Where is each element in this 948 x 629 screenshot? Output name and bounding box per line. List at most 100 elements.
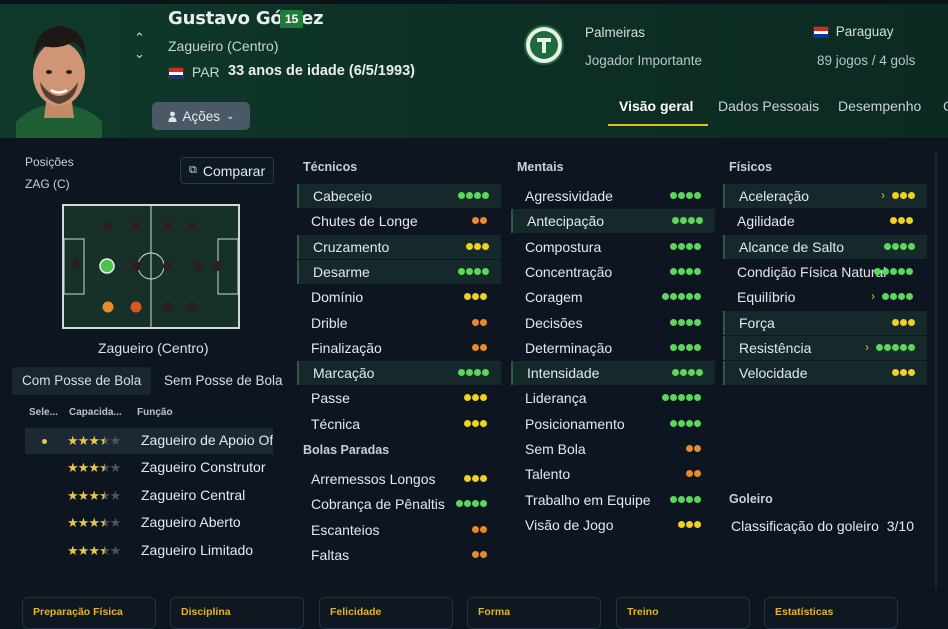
attribute-row[interactable]: Trabalho em Equipe <box>511 488 713 512</box>
attribute-row[interactable]: Equilíbrio › <box>723 285 925 309</box>
attribute-row[interactable]: Velocidade <box>723 361 927 386</box>
role-row[interactable]: ★★★★★ Zagueiro de Apoio Ofensivo <box>25 428 273 454</box>
attribute-row[interactable]: Concentração <box>511 260 713 284</box>
chevron-down-icon: ⌄ <box>226 110 235 122</box>
attribute-row[interactable]: Talento <box>511 462 713 486</box>
possession-tabs: Com Posse de Bola Sem Posse de Bola <box>12 367 294 395</box>
attribute-row[interactable]: Escanteios <box>297 518 499 542</box>
attribute-row[interactable]: Faltas <box>297 543 499 567</box>
role-row[interactable]: ★★★★★ Zagueiro Central <box>25 483 273 509</box>
tab-more[interactable]: C <box>943 98 948 114</box>
player-header: ⌃ ⌄ Gustavo Gómez 15 Zagueiro (Centro) P… <box>0 0 948 138</box>
attribute-row[interactable]: Coragem <box>511 285 713 309</box>
attribute-row[interactable]: Condição Física Natural <box>723 260 925 284</box>
attribute-row[interactable]: Alcance de Salto <box>723 234 927 259</box>
attribute-row[interactable]: Desarme <box>297 259 501 284</box>
set-pieces-title: Bolas Paradas <box>303 443 390 457</box>
role-row[interactable]: ★★★★★ Zagueiro Construtor <box>25 455 273 481</box>
attribute-level-dots-icon <box>472 550 487 559</box>
tab-personal-data[interactable]: Dados Pessoais <box>718 98 819 114</box>
attribute-row[interactable]: Posicionamento <box>511 412 713 436</box>
card-statistics[interactable]: Estatísticas <box>764 597 898 629</box>
mental-title: Mentais <box>517 160 564 174</box>
attribute-level-dots-icon <box>890 217 913 225</box>
attribute-level-dots-icon <box>672 217 703 225</box>
attribute-name: Trabalho em Equipe <box>525 491 651 508</box>
active-tab-indicator <box>608 124 708 126</box>
attribute-row[interactable]: Cabeceio <box>297 184 501 208</box>
attribute-row[interactable]: Marcação <box>297 361 501 386</box>
next-player-chevron-down-icon[interactable]: ⌄ <box>134 46 145 62</box>
role-rating-stars-icon: ★★★★★ <box>67 542 121 558</box>
role-rating-stars-icon: ★★★★★ <box>67 460 121 476</box>
attribute-row[interactable]: Força <box>723 310 927 335</box>
attribute-row[interactable]: Arremessos Longos <box>297 467 499 491</box>
attribute-name: Passe <box>311 390 350 407</box>
attribute-level-dots-icon <box>678 520 701 529</box>
palmeiras-crest-icon <box>524 25 564 65</box>
attribute-name: Força <box>739 314 775 331</box>
attribute-row[interactable]: Agilidade <box>723 209 925 233</box>
attribute-row[interactable]: Passe <box>297 386 499 410</box>
person-icon <box>168 111 177 122</box>
attribute-row[interactable]: Agressividade <box>511 184 713 208</box>
compare-button[interactable]: ⧉ Comparar <box>180 157 274 184</box>
attribute-level-dots-icon <box>464 293 487 301</box>
tab-performance[interactable]: Desempenho <box>838 98 921 114</box>
attribute-row[interactable]: Chutes de Longe <box>297 209 499 233</box>
attribute-row[interactable]: Determinação <box>511 336 713 360</box>
role-name: Zagueiro de Apoio Ofensivo <box>141 432 273 448</box>
national-team[interactable]: Paraguay <box>813 24 894 39</box>
attribute-row[interactable]: Compostura <box>511 235 713 259</box>
attribute-level-dots-icon <box>876 343 915 352</box>
roles-header-select[interactable]: Sele... <box>29 407 58 418</box>
card-title: Treino <box>627 606 659 618</box>
card-discipline[interactable]: Disciplina <box>170 597 304 629</box>
roles-header-function[interactable]: Função <box>137 407 173 418</box>
attribute-row[interactable]: Intensidade <box>511 361 715 386</box>
attribute-row[interactable]: Resistência › <box>723 335 927 360</box>
card-happiness[interactable]: Felicidade <box>319 597 453 629</box>
attribute-level-dots-icon <box>670 343 701 352</box>
attribute-row[interactable]: Liderança <box>511 386 713 410</box>
attribute-level-dots-icon <box>884 242 915 251</box>
player-avatar <box>16 14 102 138</box>
attribute-row[interactable]: Decisões <box>511 311 713 335</box>
trend-up-arrow-icon: › <box>865 339 869 354</box>
attribute-row[interactable]: Domínio <box>297 285 499 309</box>
attribute-name: Marcação <box>313 365 375 382</box>
previous-player-chevron-up-icon[interactable]: ⌃ <box>134 30 145 46</box>
header-top-border <box>0 0 948 4</box>
attribute-level-dots-icon <box>670 495 701 504</box>
club-name[interactable]: Palmeiras <box>585 25 645 40</box>
attribute-row[interactable]: Finalização <box>297 336 499 360</box>
attribute-name: Coragem <box>525 289 583 306</box>
attribute-row[interactable]: Técnica <box>297 412 499 436</box>
tab-without-possession[interactable]: Sem Posse de Bola <box>154 367 293 395</box>
card-title: Felicidade <box>330 606 382 618</box>
national-team-name: Paraguay <box>835 24 894 39</box>
positions-label: Posições <box>25 155 74 169</box>
role-rating-stars-icon: ★★★★★ <box>67 433 121 448</box>
tab-overview[interactable]: Visão geral <box>619 98 693 114</box>
card-training[interactable]: Treino <box>616 597 750 629</box>
attribute-row[interactable]: Cobrança de Pênaltis <box>297 492 499 516</box>
card-form[interactable]: Forma <box>467 597 601 629</box>
attribute-level-dots-icon <box>670 267 701 276</box>
tab-with-possession[interactable]: Com Posse de Bola <box>12 367 152 395</box>
goalkeeper-rating-value: 3/10 <box>886 518 914 534</box>
role-name: Zagueiro Central <box>141 486 246 503</box>
attribute-row[interactable]: Aceleração › <box>723 184 927 208</box>
attribute-name: Cobrança de Pênaltis <box>311 496 445 513</box>
attribute-row[interactable]: Cruzamento <box>297 234 501 259</box>
attribute-level-dots-icon <box>686 445 701 453</box>
card-physical-prep[interactable]: Preparação Física <box>22 597 156 629</box>
roles-header-capacity[interactable]: Capacida... <box>69 407 122 418</box>
actions-button[interactable]: Ações ⌄ <box>152 102 250 130</box>
attribute-row[interactable]: Drible <box>297 311 499 335</box>
attribute-row[interactable]: Antecipação <box>511 209 715 234</box>
role-row[interactable]: ★★★★★ Zagueiro Aberto <box>25 510 273 536</box>
attribute-row[interactable]: Sem Bola <box>511 437 713 461</box>
role-row[interactable]: ★★★★★ Zagueiro Limitado <box>25 538 273 564</box>
attribute-row[interactable]: Visão de Jogo <box>511 513 713 537</box>
